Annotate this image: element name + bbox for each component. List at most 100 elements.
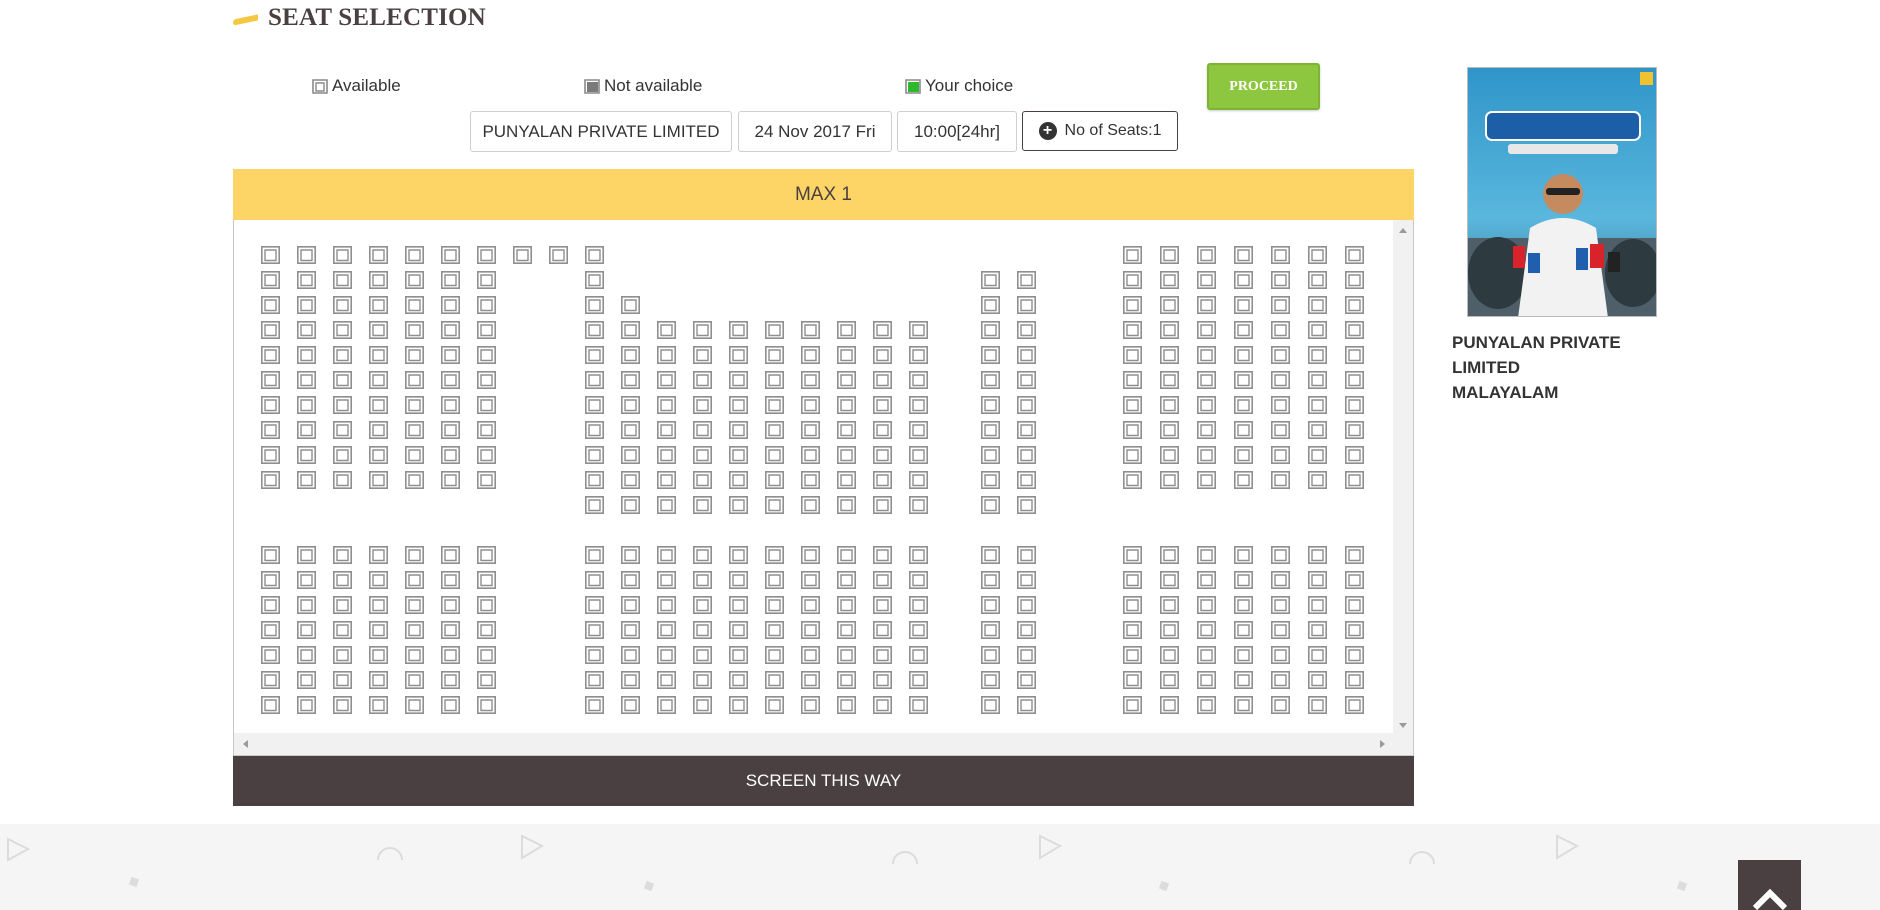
seat[interactable] [476, 270, 497, 290]
seat[interactable] [332, 320, 353, 340]
seat[interactable] [692, 545, 713, 565]
seat[interactable] [836, 595, 857, 615]
seat[interactable] [332, 445, 353, 465]
seat[interactable] [332, 670, 353, 690]
seat[interactable] [1016, 695, 1036, 715]
seat[interactable] [800, 570, 821, 590]
seat[interactable] [476, 620, 497, 640]
seat[interactable] [980, 420, 1001, 440]
seat[interactable] [476, 695, 497, 715]
seat[interactable] [1197, 295, 1216, 315]
seat[interactable] [296, 395, 317, 415]
seat[interactable] [1234, 570, 1253, 590]
seat[interactable] [368, 246, 389, 265]
seat[interactable] [1016, 570, 1036, 590]
seat[interactable] [440, 670, 461, 690]
seat[interactable] [1123, 470, 1142, 490]
seat[interactable] [404, 670, 425, 690]
seat[interactable] [620, 395, 641, 415]
seat[interactable] [872, 470, 893, 490]
seat[interactable] [476, 246, 497, 265]
seat[interactable] [872, 420, 893, 440]
horizontal-scrollbar[interactable] [234, 733, 1413, 755]
seat[interactable] [836, 495, 857, 515]
seat[interactable] [476, 645, 497, 665]
seat[interactable] [1197, 670, 1216, 690]
seat[interactable] [368, 470, 389, 490]
seat[interactable] [764, 595, 785, 615]
seat[interactable] [404, 620, 425, 640]
seat[interactable] [764, 470, 785, 490]
seat[interactable] [1123, 545, 1142, 565]
seat[interactable] [1016, 495, 1036, 515]
seat[interactable] [332, 645, 353, 665]
seat[interactable] [1345, 670, 1364, 690]
seat[interactable] [1197, 345, 1216, 365]
seat[interactable] [1234, 470, 1253, 490]
seat[interactable] [800, 345, 821, 365]
seat[interactable] [764, 545, 785, 565]
seat[interactable] [692, 320, 713, 340]
seat[interactable] [368, 395, 389, 415]
seat[interactable] [1271, 645, 1290, 665]
seat[interactable] [1197, 645, 1216, 665]
seat[interactable] [800, 395, 821, 415]
seat[interactable] [440, 420, 461, 440]
seat[interactable] [1197, 445, 1216, 465]
seat[interactable] [368, 270, 389, 290]
scroll-right-arrow-icon[interactable] [1380, 740, 1385, 748]
seat[interactable] [620, 370, 641, 390]
seat[interactable] [620, 320, 641, 340]
seat[interactable] [1345, 620, 1364, 640]
seat[interactable] [584, 595, 605, 615]
seat[interactable] [440, 570, 461, 590]
seat[interactable] [260, 695, 281, 715]
seat[interactable] [620, 545, 641, 565]
seat[interactable] [440, 445, 461, 465]
seat[interactable] [872, 595, 893, 615]
seat[interactable] [692, 620, 713, 640]
seat[interactable] [764, 570, 785, 590]
seat[interactable] [368, 545, 389, 565]
seat[interactable] [980, 695, 1001, 715]
seat[interactable] [1160, 620, 1179, 640]
seat[interactable] [1345, 445, 1364, 465]
seat[interactable] [1308, 670, 1327, 690]
seat[interactable] [368, 570, 389, 590]
seat[interactable] [1016, 395, 1036, 415]
seat[interactable] [584, 246, 605, 265]
seat[interactable] [728, 345, 749, 365]
seat[interactable] [1160, 295, 1179, 315]
seat[interactable] [764, 495, 785, 515]
seat[interactable] [296, 620, 317, 640]
seat[interactable] [656, 645, 677, 665]
seat[interactable] [692, 595, 713, 615]
seat[interactable] [1160, 595, 1179, 615]
seat[interactable] [332, 620, 353, 640]
seat[interactable] [440, 595, 461, 615]
seat[interactable] [1123, 395, 1142, 415]
seat[interactable] [1016, 320, 1036, 340]
seat[interactable] [1123, 270, 1142, 290]
seat[interactable] [404, 570, 425, 590]
seat[interactable] [548, 246, 569, 265]
seat[interactable] [584, 545, 605, 565]
seat[interactable] [368, 295, 389, 315]
seat[interactable] [908, 495, 929, 515]
seat[interactable] [404, 645, 425, 665]
seat[interactable] [1271, 320, 1290, 340]
seat[interactable] [1016, 295, 1036, 315]
seat[interactable] [368, 595, 389, 615]
seat[interactable] [692, 420, 713, 440]
seat[interactable] [656, 345, 677, 365]
seat[interactable] [620, 420, 641, 440]
seat[interactable] [1016, 370, 1036, 390]
seat[interactable] [1308, 395, 1327, 415]
seat[interactable] [1345, 570, 1364, 590]
seat[interactable] [620, 670, 641, 690]
seat[interactable] [908, 320, 929, 340]
seat[interactable] [1123, 320, 1142, 340]
seat[interactable] [260, 645, 281, 665]
seat[interactable] [260, 445, 281, 465]
seat[interactable] [1123, 645, 1142, 665]
